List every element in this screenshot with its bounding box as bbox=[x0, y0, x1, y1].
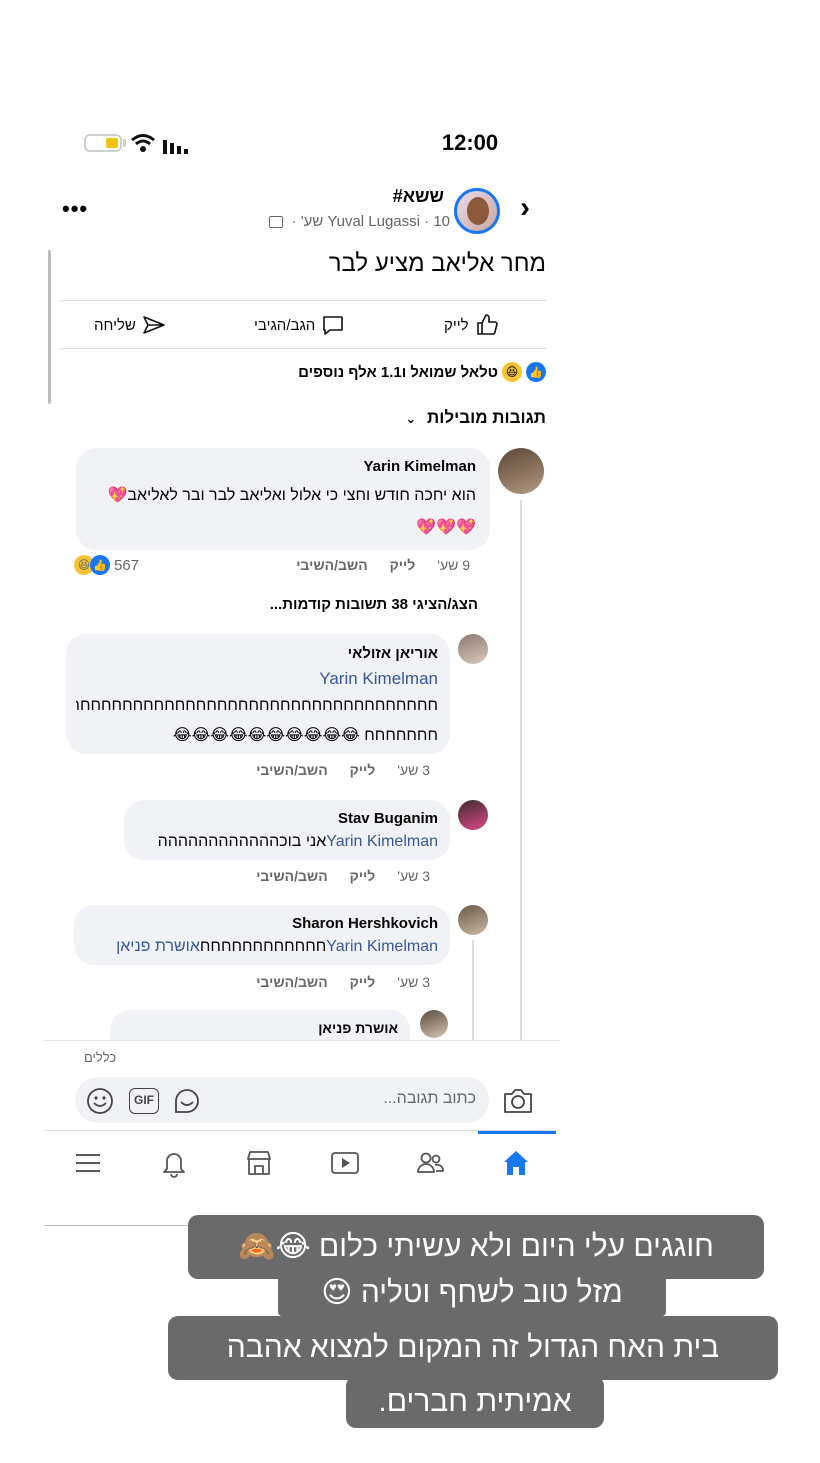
commenter-avatar[interactable] bbox=[498, 448, 544, 494]
like-button[interactable]: לייק bbox=[444, 310, 499, 340]
comment-mention[interactable]: אושרת פניאן bbox=[116, 938, 200, 955]
view-previous-replies[interactable]: הצג/הציגי 38 תשובות קודמות... bbox=[200, 596, 478, 613]
comment-like-button[interactable]: לייק bbox=[350, 974, 376, 990]
chevron-down-icon: ⌄ bbox=[405, 411, 417, 426]
comment-text: Yarin Kimelmanאני בוכהההההההההההה bbox=[134, 830, 438, 855]
comment-body: חחחחחחחחחחחח bbox=[199, 938, 327, 955]
comment-icon bbox=[323, 316, 344, 335]
comment-like-button[interactable]: לייק bbox=[350, 868, 376, 884]
comment-actions: 3 שע' לייק השב/השיבי bbox=[250, 868, 430, 884]
friends-icon[interactable] bbox=[415, 1148, 445, 1178]
comment-text: חחחחחחחחחחחחחחחחחחחחחחחחחחחחחחחחחחחחחח bbox=[76, 697, 438, 714]
battery-tip bbox=[123, 139, 126, 147]
story-caption-line: בית האח הגדול זה המקום למצוא אהבה bbox=[168, 1316, 778, 1380]
comment-body: אני בוכהההההההההההה bbox=[157, 833, 327, 850]
like-reaction-icon: 👍 bbox=[526, 362, 546, 382]
thumbs-up-icon bbox=[476, 314, 498, 335]
comment-reactions[interactable]: 😆 👍 567 bbox=[74, 555, 139, 575]
sort-label: תגובות מובילות bbox=[427, 408, 546, 427]
comment-time: 3 שע' bbox=[397, 974, 430, 990]
wifi-icon bbox=[131, 134, 155, 152]
scrollbar[interactable] bbox=[48, 250, 51, 404]
story-caption-line: מזל טוב לשחף וטליה 😍 bbox=[278, 1270, 666, 1316]
comment-reply-button[interactable]: השב/השיבי bbox=[256, 762, 327, 778]
divider bbox=[60, 300, 546, 301]
active-tab-indicator bbox=[478, 1131, 556, 1134]
comment-text: Yarin Kimelmanחחחחחחחחחחחחאושרת פניאן bbox=[84, 935, 438, 960]
gif-icon[interactable]: GIF bbox=[129, 1088, 159, 1114]
like-reaction-icon: 👍 bbox=[90, 555, 110, 575]
page-name[interactable]: ששא# bbox=[300, 186, 444, 207]
comment-author[interactable]: Sharon Hershkovich bbox=[200, 915, 438, 932]
comment-mention[interactable]: Yarin Kimelman bbox=[326, 938, 438, 955]
reaction-count: 567 bbox=[114, 556, 140, 574]
comment-text: חחחחחחח 😂😂😂😂😂😂😂😂😂😂 bbox=[172, 727, 438, 744]
sticker-icon[interactable] bbox=[172, 1086, 202, 1116]
post-meta-text: Yuval Lugassi · 10 שע' · bbox=[291, 213, 450, 230]
commenter-avatar[interactable] bbox=[458, 905, 488, 935]
comment-reply-button[interactable]: השב/השיבי bbox=[296, 557, 367, 573]
share-label: שליחה bbox=[94, 316, 136, 334]
thread-line bbox=[472, 940, 474, 1040]
camera-icon[interactable] bbox=[502, 1086, 534, 1116]
comment-mention[interactable]: Yarin Kimelman bbox=[326, 833, 438, 850]
comment-time: 3 שע' bbox=[397, 868, 430, 884]
commenter-avatar[interactable] bbox=[420, 1010, 448, 1038]
comment-sort-dropdown[interactable]: תגובות מובילות ⌄ bbox=[380, 408, 546, 428]
menu-icon[interactable] bbox=[73, 1148, 103, 1178]
divider bbox=[60, 348, 546, 349]
comment-text: הוא יחכה חודש וחצי כי אלול ואליאב לבר וב… bbox=[107, 487, 477, 504]
comment-button[interactable]: הגב/הגיבי bbox=[254, 310, 345, 340]
home-icon[interactable] bbox=[501, 1148, 531, 1178]
post-meta: Yuval Lugassi · 10 שע' · bbox=[200, 213, 450, 230]
comment-text: 💖💖💖 bbox=[416, 519, 476, 536]
comment-actions: 9 שע' לייק השב/השיבי bbox=[280, 557, 470, 573]
audience-icon bbox=[269, 216, 284, 229]
commenter-avatar[interactable] bbox=[458, 800, 488, 830]
marketplace-icon[interactable] bbox=[244, 1148, 274, 1178]
bell-icon[interactable] bbox=[159, 1148, 189, 1178]
signal-icon bbox=[163, 140, 188, 154]
comment-reply-button[interactable]: השב/השיבי bbox=[256, 974, 327, 990]
status-time: 12:00 bbox=[441, 130, 499, 155]
comment-author[interactable]: Stav Buganim bbox=[200, 810, 438, 827]
back-chevron-icon[interactable]: › bbox=[520, 193, 544, 224]
send-icon bbox=[143, 316, 165, 334]
like-label: לייק bbox=[444, 316, 469, 334]
rules-link[interactable]: כללים bbox=[84, 1050, 116, 1065]
watch-icon[interactable] bbox=[330, 1148, 360, 1178]
comment-placeholder: כתוב תגובה... bbox=[383, 1090, 476, 1107]
comment-like-button[interactable]: לייק bbox=[390, 557, 416, 573]
page-avatar[interactable] bbox=[454, 188, 500, 234]
share-button[interactable]: שליחה bbox=[94, 310, 166, 340]
battery-icon bbox=[84, 134, 122, 152]
comment-reply-button[interactable]: השב/השיבי bbox=[256, 868, 327, 884]
reactions-summary[interactable]: 👍 😆 טלאל שמואל ו1.1 אלף נוספים bbox=[240, 362, 546, 382]
comment-mention[interactable]: Yarin Kimelman bbox=[200, 666, 438, 692]
haha-reaction-icon: 😆 bbox=[502, 362, 522, 382]
comment-author[interactable]: אוריאן אזולאי bbox=[200, 645, 438, 662]
divider bbox=[44, 1040, 560, 1041]
reactions-text: טלאל שמואל ו1.1 אלף נוספים bbox=[298, 363, 498, 381]
comment-actions: 3 שע' לייק השב/השיבי bbox=[250, 974, 430, 990]
comment-author[interactable]: אושרת פניאן bbox=[200, 1020, 398, 1036]
post-text: מחר אליאב מציע לבר bbox=[328, 250, 546, 277]
comment-time: 3 שע' bbox=[397, 762, 430, 778]
comment-like-button[interactable]: לייק bbox=[350, 762, 376, 778]
emoji-icon[interactable] bbox=[86, 1087, 114, 1115]
comment-label: הגב/הגיבי bbox=[254, 316, 316, 334]
story-caption-line: אמיתית חברים. bbox=[346, 1376, 604, 1428]
comment-author[interactable]: Yarin Kimelman bbox=[200, 458, 476, 475]
thread-line bbox=[520, 500, 522, 1040]
commenter-avatar[interactable] bbox=[458, 634, 488, 664]
comment-time: 9 שע' bbox=[437, 557, 470, 573]
more-options-icon[interactable]: ••• bbox=[62, 196, 88, 222]
comment-actions: 3 שע' לייק השב/השיבי bbox=[250, 762, 430, 778]
